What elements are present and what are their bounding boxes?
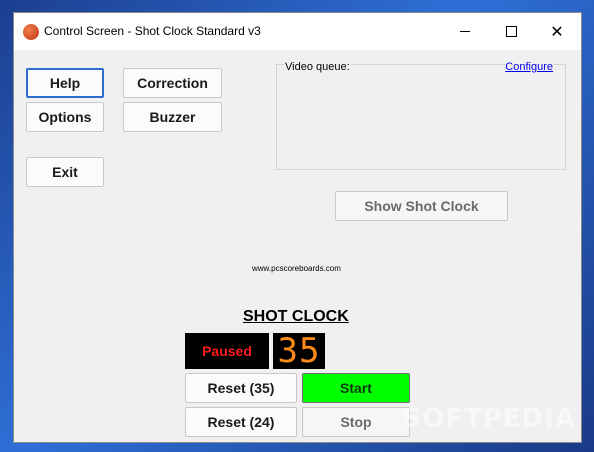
- start-button[interactable]: Start: [302, 373, 410, 403]
- video-queue-label: Video queue:: [284, 61, 351, 73]
- title-bar[interactable]: Control Screen - Shot Clock Standard v3 …: [14, 13, 581, 50]
- options-button[interactable]: Options: [26, 102, 104, 132]
- show-shot-clock-button[interactable]: Show Shot Clock: [335, 191, 508, 221]
- client-area: Help Correction Options Buzzer Exit Vide…: [14, 50, 581, 443]
- buzzer-button[interactable]: Buzzer: [123, 102, 222, 132]
- softpedia-watermark: SOFTPEDIA: [402, 404, 576, 434]
- shot-clock-digits: 35: [273, 331, 325, 371]
- website-label: www.pcscoreboards.com: [252, 264, 341, 273]
- window-title: Control Screen - Shot Clock Standard v3: [44, 24, 261, 38]
- close-icon: ✕: [550, 21, 564, 41]
- video-queue-group[interactable]: Video queue: Configure: [276, 61, 566, 170]
- maximize-icon: [505, 26, 517, 37]
- clock-status-display: Paused: [185, 333, 269, 369]
- control-screen-window: Control Screen - Shot Clock Standard v3 …: [13, 12, 582, 443]
- close-button[interactable]: ✕: [534, 13, 580, 50]
- shot-clock-title: SHOT CLOCK: [243, 308, 349, 325]
- configure-link[interactable]: Configure: [505, 61, 553, 73]
- maximize-button[interactable]: [488, 13, 534, 50]
- help-button[interactable]: Help: [26, 68, 104, 98]
- minimize-button[interactable]: [442, 13, 488, 50]
- reset-24-button[interactable]: Reset (24): [185, 407, 297, 437]
- correction-button[interactable]: Correction: [123, 68, 222, 98]
- minimize-icon: [460, 31, 470, 32]
- stop-button[interactable]: Stop: [302, 407, 410, 437]
- basketball-icon: [23, 24, 39, 40]
- reset-35-button[interactable]: Reset (35): [185, 373, 297, 403]
- exit-button[interactable]: Exit: [26, 157, 104, 187]
